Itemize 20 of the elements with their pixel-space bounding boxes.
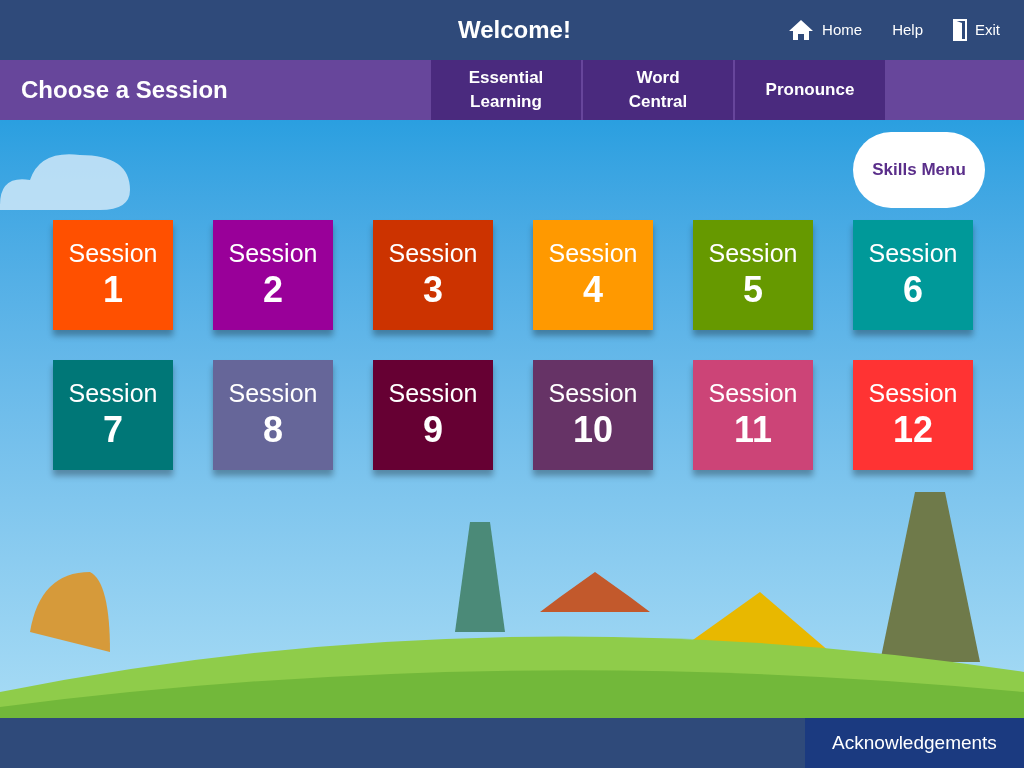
session-tile[interactable]: Session 10 <box>533 360 653 470</box>
acknowledgements-button[interactable]: Acknowledgements <box>805 718 1024 768</box>
door-icon <box>953 19 967 41</box>
help-link[interactable]: Help <box>892 18 923 42</box>
page-title: Welcome! <box>458 15 571 45</box>
home-icon <box>788 19 815 41</box>
session-tile[interactable]: Session 9 <box>373 360 493 470</box>
session-tile[interactable]: Session 8 <box>213 360 333 470</box>
nav-tab[interactable]: Essential Learning <box>431 60 581 120</box>
nav-tab[interactable]: Word Central <box>583 60 733 120</box>
session-tile[interactable]: Session 11 <box>693 360 813 470</box>
section-title: Choose a Session <box>20 75 229 105</box>
session-tile[interactable]: Session 7 <box>53 360 173 470</box>
session-tile[interactable]: Session 2 <box>213 220 333 330</box>
nav-tab[interactable]: Pronounce <box>735 60 885 120</box>
session-tile[interactable]: Session 12 <box>853 360 973 470</box>
exit-link[interactable]: Exit <box>953 18 1000 42</box>
skills-menu-cloud[interactable]: Skills Menu <box>853 132 985 208</box>
home-link[interactable]: Home <box>788 18 863 42</box>
session-tile[interactable]: Session 3 <box>373 220 493 330</box>
